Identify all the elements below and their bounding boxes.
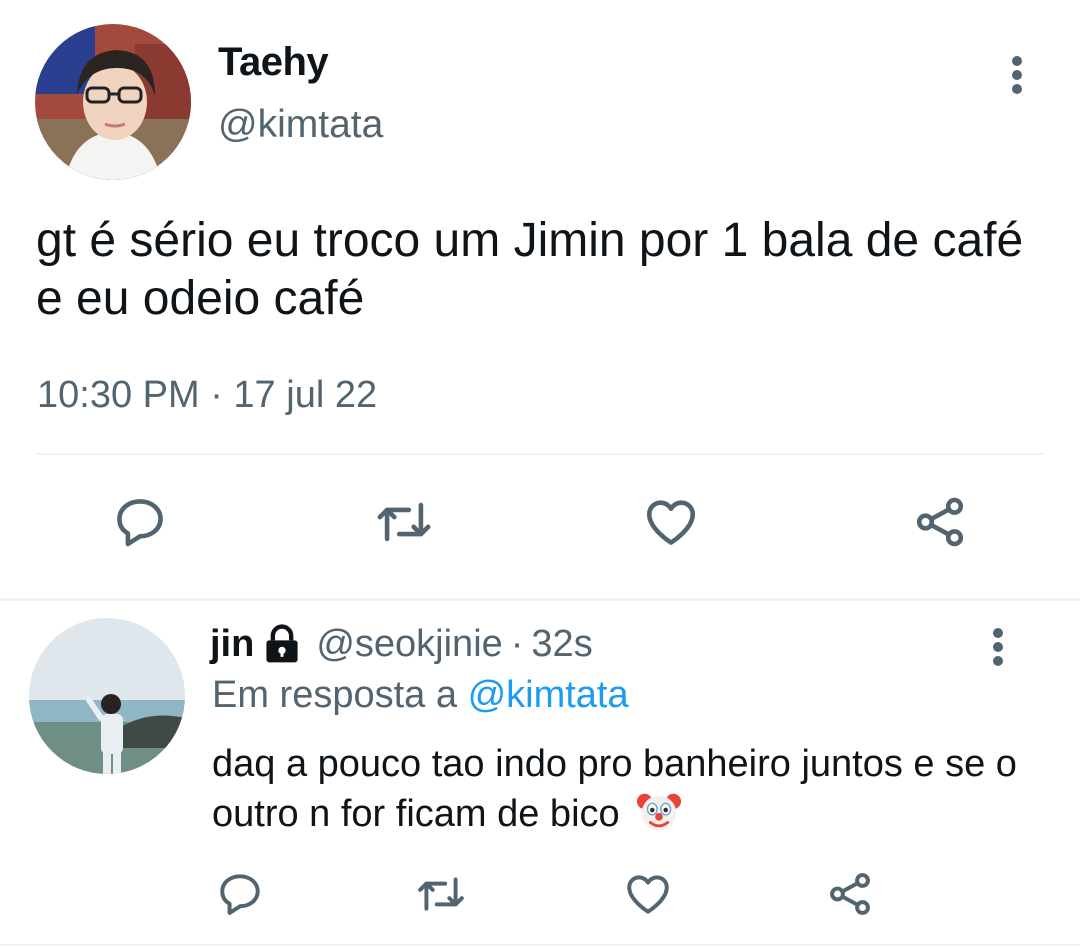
retweet-icon[interactable] [372, 490, 436, 554]
main-tweet: Taehy @kimtata gt é sério eu troco um Ji… [0, 0, 1080, 600]
more-options-icon[interactable] [1004, 56, 1030, 96]
bottom-divider [0, 944, 1080, 946]
retweet-icon[interactable] [412, 866, 470, 922]
in-reply-prefix: Em resposta a [212, 674, 468, 716]
avatar-main-image [35, 24, 191, 180]
reply-header: jin @seokjinie · 32s [210, 622, 593, 666]
divider [36, 453, 1044, 455]
reply-actions [0, 866, 1080, 936]
tweet-timestamp[interactable]: 10:30 PM · 17 jul 22 [37, 374, 377, 417]
reply-text-content: daq a pouco tao indo pro banheiro juntos… [212, 743, 1017, 835]
reply-separator: · [510, 622, 524, 665]
more-options-icon[interactable] [985, 628, 1011, 668]
avatar-main[interactable] [35, 24, 191, 180]
tweet-text: gt é sério eu troco um Jimin por 1 bala … [36, 214, 1024, 325]
reply-icon[interactable] [108, 490, 172, 554]
share-icon[interactable] [822, 866, 878, 922]
like-icon[interactable] [620, 866, 676, 922]
reply-time[interactable]: 32s [531, 623, 592, 666]
clown-face-icon [637, 793, 682, 831]
reply-tweet[interactable]: jin @seokjinie · 32s Em resposta a @kimt… [0, 600, 1080, 948]
author-display-name[interactable]: Taehy [218, 40, 329, 85]
reply-text: daq a pouco tao indo pro banheiro juntos… [212, 740, 1052, 838]
lock-icon [266, 624, 298, 663]
avatar-reply[interactable] [29, 618, 185, 774]
author-handle[interactable]: @kimtata [218, 103, 383, 147]
reply-icon[interactable] [212, 866, 268, 922]
reply-handle[interactable]: @seokjinie [316, 623, 502, 666]
avatar-reply-image [29, 618, 185, 774]
in-reply-mention[interactable]: @kimtata [468, 674, 629, 716]
in-reply-to: Em resposta a @kimtata [212, 674, 629, 717]
like-icon[interactable] [638, 490, 704, 554]
tweet-actions [0, 490, 1080, 570]
reply-display-name[interactable]: jin [210, 623, 254, 666]
share-icon[interactable] [908, 490, 972, 554]
